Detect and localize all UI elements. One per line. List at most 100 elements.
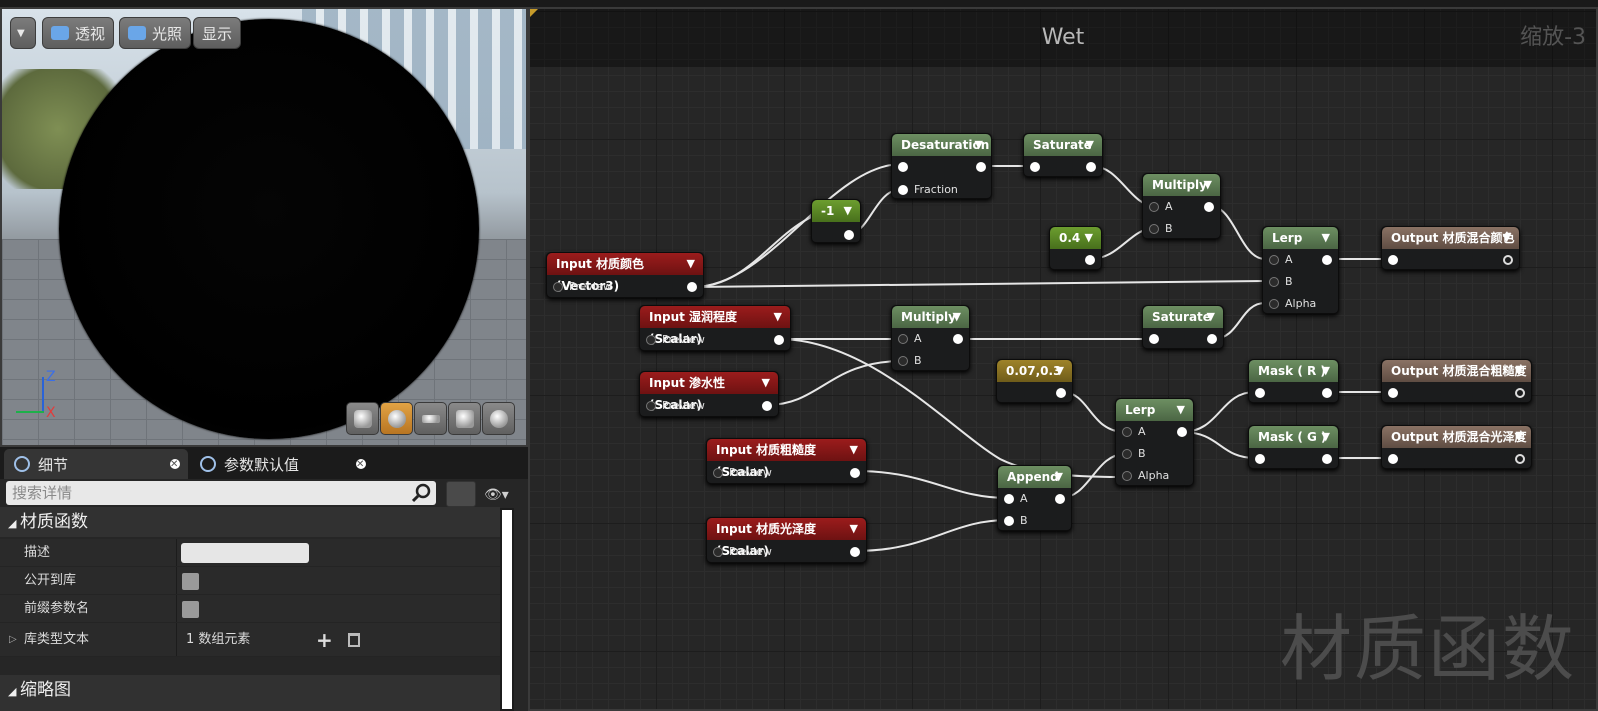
expand-arrow-icon[interactable]: ▷ bbox=[9, 623, 17, 657]
node-constant-neg1[interactable]: -1 ▼ bbox=[811, 199, 861, 243]
output-pin[interactable] bbox=[1056, 388, 1066, 398]
output-pin[interactable] bbox=[850, 468, 860, 478]
output-pin[interactable] bbox=[1207, 334, 1217, 344]
node-multiply-1[interactable]: Multiply ▼ A B bbox=[1142, 173, 1221, 239]
output-pin[interactable] bbox=[1322, 388, 1332, 398]
output-pin[interactable] bbox=[1177, 427, 1187, 437]
collapse-icon[interactable]: ▼ bbox=[1086, 134, 1094, 156]
lighting-button[interactable]: 光照 bbox=[119, 17, 192, 49]
input-pin[interactable] bbox=[1388, 388, 1398, 398]
collapse-icon[interactable]: ▼ bbox=[1055, 466, 1063, 488]
tab-details[interactable]: 细节 ✕ bbox=[4, 449, 188, 479]
perspective-button[interactable]: 透视 bbox=[42, 17, 115, 49]
collapse-icon[interactable]: ▼ bbox=[1085, 227, 1093, 249]
collapse-icon[interactable]: ▼ bbox=[1515, 360, 1523, 382]
input-pin[interactable] bbox=[713, 547, 723, 557]
details-search-input[interactable]: 搜索详情 bbox=[6, 481, 436, 505]
input-pin-b[interactable] bbox=[1149, 224, 1159, 234]
tab-parameter-defaults[interactable]: 参数默认值 ✕ bbox=[190, 449, 374, 479]
node-mask-g[interactable]: Mask ( G ) ▼ bbox=[1248, 425, 1339, 469]
node-output-roughness[interactable]: Output 材质混合粗糙度 ▼ bbox=[1381, 359, 1532, 403]
input-pin-a[interactable] bbox=[1149, 202, 1159, 212]
output-pin[interactable] bbox=[1086, 162, 1096, 172]
node-input-absorbency[interactable]: Input 渗水性 (Scalar) ▼ Preview bbox=[639, 371, 779, 417]
input-pin-b[interactable] bbox=[898, 356, 908, 366]
output-pin[interactable] bbox=[1515, 388, 1525, 398]
input-pin[interactable] bbox=[553, 282, 563, 292]
node-mask-r[interactable]: Mask ( R ) ▼ bbox=[1248, 359, 1339, 403]
expose-to-library-checkbox[interactable] bbox=[182, 573, 199, 590]
input-pin-a[interactable] bbox=[1269, 255, 1279, 265]
node-output-color[interactable]: Output 材质混合颜色 ▼ bbox=[1381, 226, 1520, 270]
input-pin-a[interactable] bbox=[898, 334, 908, 344]
output-pin[interactable] bbox=[687, 282, 697, 292]
node-saturate-2[interactable]: Saturate ▼ bbox=[1142, 305, 1224, 349]
plane-preview-button[interactable] bbox=[414, 402, 447, 435]
teapot-preview-button[interactable] bbox=[482, 402, 515, 435]
collapse-icon[interactable]: ▼ bbox=[1204, 174, 1212, 196]
tab-close-icon[interactable]: ✕ bbox=[356, 459, 366, 470]
collapse-icon[interactable]: ▼ bbox=[1056, 360, 1064, 382]
cube-preview-button[interactable] bbox=[448, 402, 481, 435]
output-pin[interactable] bbox=[774, 335, 784, 345]
collapse-icon[interactable]: ▼ bbox=[850, 439, 858, 461]
input-pin-alpha[interactable] bbox=[1122, 471, 1132, 481]
input-pin[interactable] bbox=[1255, 388, 1265, 398]
node-input-roughness[interactable]: Input 材质粗糙度 (Scalar) ▼ Preview bbox=[706, 438, 867, 484]
details-scrollbar[interactable] bbox=[500, 508, 514, 711]
input-pin[interactable] bbox=[898, 162, 908, 172]
cylinder-preview-button[interactable] bbox=[346, 402, 379, 435]
collapse-icon[interactable]: ▼ bbox=[1177, 399, 1185, 421]
node-constant-0-4[interactable]: 0.4 ▼ bbox=[1049, 226, 1102, 270]
section-material-function[interactable]: ◢ 材质函数 bbox=[0, 507, 500, 537]
tab-close-icon[interactable]: ✕ bbox=[170, 459, 180, 470]
input-pin[interactable] bbox=[1388, 454, 1398, 464]
collapse-icon[interactable]: ▼ bbox=[1515, 426, 1523, 448]
collapse-icon[interactable]: ▼ bbox=[1207, 306, 1215, 328]
sphere-preview-button[interactable] bbox=[380, 402, 413, 435]
view-options-grid-button[interactable] bbox=[446, 481, 476, 507]
material-preview-viewport[interactable]: ▼ 透视 光照 显示 Z X bbox=[0, 7, 528, 447]
input-pin[interactable] bbox=[898, 185, 908, 195]
output-pin[interactable] bbox=[1085, 255, 1095, 265]
input-pin-a[interactable] bbox=[1004, 494, 1014, 504]
output-pin[interactable] bbox=[844, 230, 854, 240]
node-desaturation[interactable]: Desaturation ▼ Fraction bbox=[891, 133, 992, 199]
collapse-icon[interactable]: ▼ bbox=[1322, 426, 1330, 448]
input-pin[interactable] bbox=[1388, 255, 1398, 265]
node-constant-2-vector[interactable]: 0.07,0.3 ▼ bbox=[996, 359, 1073, 403]
eye-visibility-icon[interactable]: 👁▾ bbox=[484, 487, 509, 503]
collapse-icon[interactable]: ▼ bbox=[774, 306, 782, 328]
collapse-icon[interactable]: ▼ bbox=[1322, 360, 1330, 382]
input-pin[interactable] bbox=[1030, 162, 1040, 172]
output-pin[interactable] bbox=[1515, 454, 1525, 464]
collapse-icon[interactable]: ▼ bbox=[953, 306, 961, 328]
input-pin-b[interactable] bbox=[1122, 449, 1132, 459]
row-library-category-text[interactable]: ▷ 库类型文本 1 数组元素 + bbox=[0, 623, 500, 657]
node-append[interactable]: Append ▼ A B bbox=[997, 465, 1072, 531]
collapse-icon[interactable]: ▼ bbox=[975, 134, 983, 156]
output-pin[interactable] bbox=[762, 401, 772, 411]
prefix-param-names-checkbox[interactable] bbox=[182, 601, 199, 618]
input-pin-b[interactable] bbox=[1004, 516, 1014, 526]
collapse-icon[interactable]: ▼ bbox=[1322, 227, 1330, 249]
output-pin[interactable] bbox=[1503, 255, 1513, 265]
material-graph-canvas[interactable]: Wet 缩放-3 材质函数 Input 材质颜色 (Vector3) ▼ Pre… bbox=[528, 7, 1598, 711]
collapse-icon[interactable]: ▼ bbox=[844, 200, 852, 222]
input-pin[interactable] bbox=[713, 468, 723, 478]
input-pin[interactable] bbox=[1255, 454, 1265, 464]
output-pin[interactable] bbox=[953, 334, 963, 344]
node-input-color[interactable]: Input 材质颜色 (Vector3) ▼ Preview bbox=[546, 252, 704, 298]
input-pin[interactable] bbox=[1149, 334, 1159, 344]
node-lerp-2[interactable]: Lerp ▼ A B Alpha bbox=[1115, 398, 1194, 486]
collapse-icon[interactable]: ▼ bbox=[762, 372, 770, 394]
output-pin[interactable] bbox=[1204, 202, 1214, 212]
output-pin[interactable] bbox=[1322, 454, 1332, 464]
collapse-icon[interactable]: ▼ bbox=[850, 518, 858, 540]
input-pin-b[interactable] bbox=[1269, 277, 1279, 287]
viewport-menu-button[interactable]: ▼ bbox=[10, 17, 36, 49]
node-multiply-2[interactable]: Multiply ▼ A B bbox=[891, 305, 970, 371]
node-lerp-1[interactable]: Lerp ▼ A B Alpha bbox=[1262, 226, 1339, 314]
collapse-icon[interactable]: ▼ bbox=[1503, 227, 1511, 249]
section-thumbnail[interactable]: ◢ 缩略图 bbox=[0, 675, 500, 711]
